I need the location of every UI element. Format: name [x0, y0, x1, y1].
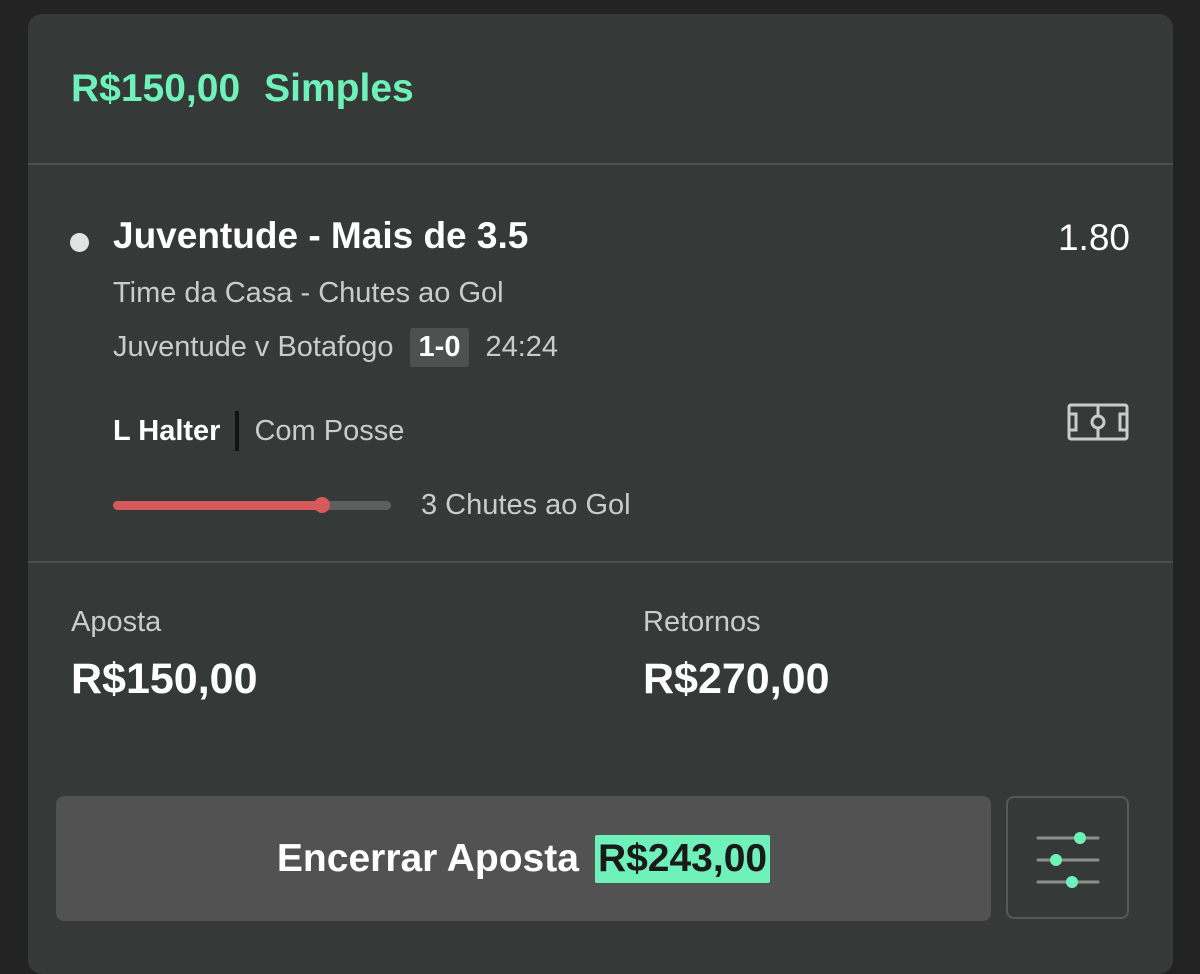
header-stake-amount: R$150,00 [71, 66, 241, 110]
cashout-settings-button[interactable] [1006, 796, 1129, 919]
bet-type-label: Simples [264, 66, 414, 110]
stake-label: Aposta [71, 606, 162, 638]
bet-header: R$150,00 Simples [28, 14, 1173, 165]
player-row: L Halter Com Posse [113, 411, 404, 451]
player-status: Com Posse [254, 414, 405, 447]
returns-value: R$270,00 [643, 655, 830, 703]
bet-card: R$150,00 Simples Juventude - Mais de 3.5… [28, 14, 1173, 974]
stake-block: Aposta R$150,00 [71, 606, 258, 704]
event-name[interactable]: Juventude v Botafogo [113, 331, 394, 364]
progress-row: 3 Chutes ao Gol [113, 485, 631, 525]
returns-label: Retornos [643, 606, 761, 638]
returns-block: Retornos R$270,00 [643, 606, 830, 704]
selection-market: Time da Casa - Chutes ao Gol [113, 277, 504, 309]
player-separator [235, 411, 240, 451]
pitch-icon[interactable] [1067, 403, 1129, 441]
event-clock: 24:24 [485, 330, 559, 363]
selection-status-dot [70, 233, 89, 252]
progress-track [113, 496, 391, 513]
selection-title: Juventude - Mais de 3.5 [113, 215, 529, 256]
cashout-button[interactable]: Encerrar Aposta R$243,00 [56, 796, 991, 921]
progress-fill [113, 500, 322, 510]
progress-knob [313, 496, 330, 513]
cashout-amount: R$243,00 [594, 834, 771, 883]
cashout-label: Encerrar Aposta [276, 836, 579, 880]
selection-odds: 1.80 [1057, 217, 1130, 258]
player-name: L Halter [113, 414, 221, 447]
progress-label: 3 Chutes ao Gol [421, 488, 631, 521]
selection-section: Juventude - Mais de 3.5 1.80 Time da Cas… [28, 165, 1173, 563]
event-score: 1-0 [409, 327, 470, 367]
event-row: Juventude v Botafogo 1-0 24:24 [113, 327, 558, 367]
stake-value: R$150,00 [71, 655, 258, 703]
sliders-icon [1036, 831, 1099, 888]
